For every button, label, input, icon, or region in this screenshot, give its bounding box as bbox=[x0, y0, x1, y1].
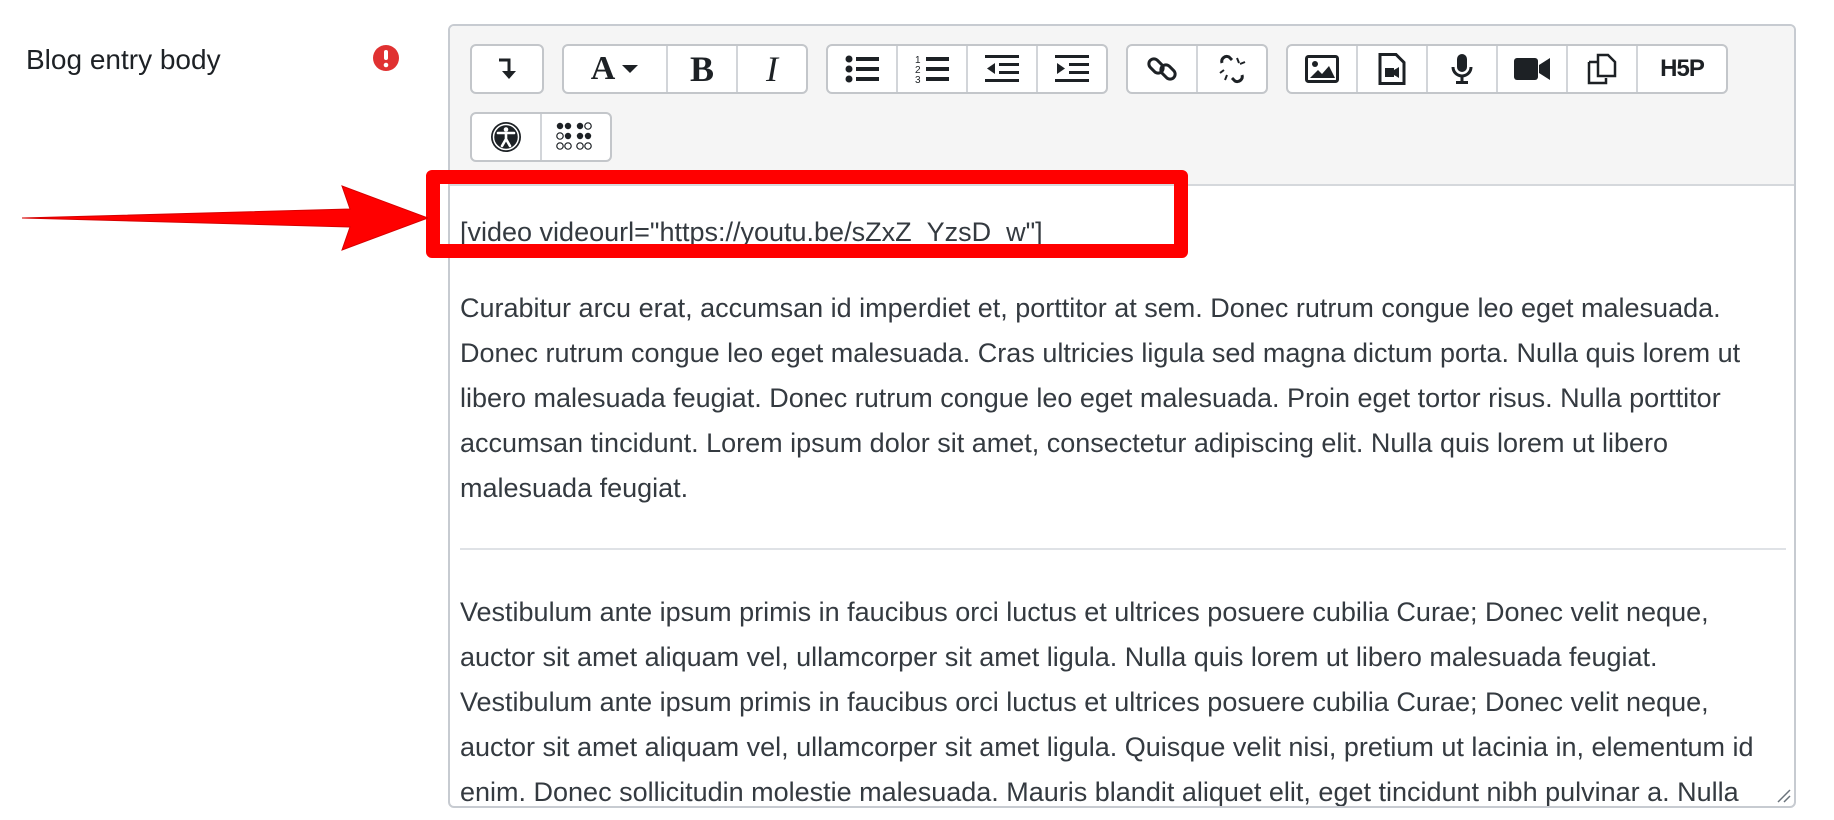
red-arrow-icon bbox=[21, 185, 428, 251]
toolbar-group-lists: 123 bbox=[826, 44, 1108, 94]
field-label: Blog entry body bbox=[26, 44, 221, 75]
italic-button[interactable]: I bbox=[738, 46, 806, 92]
toolbar-group-format: A B I bbox=[562, 44, 808, 94]
media-icon bbox=[1378, 53, 1406, 85]
exclamation-circle-icon bbox=[373, 45, 399, 71]
record-audio-button[interactable] bbox=[1428, 46, 1498, 92]
editor-content-area[interactable]: [video videourl="https://youtu.be/sZxZ_Y… bbox=[450, 186, 1794, 806]
red-highlight-box bbox=[426, 170, 1188, 258]
screenreader-helper-button[interactable] bbox=[542, 114, 610, 160]
outdent-button[interactable] bbox=[968, 46, 1038, 92]
toolbar-group-media: H5P bbox=[1286, 44, 1728, 94]
link-button[interactable] bbox=[1128, 46, 1198, 92]
paragraph-1: Curabitur arcu erat, accumsan id imperdi… bbox=[460, 293, 1741, 503]
accessibility-checker-icon bbox=[491, 122, 521, 152]
editor-toolbar: A B I 123 H5P bbox=[450, 26, 1794, 186]
record-audio-icon bbox=[1451, 54, 1473, 84]
indent-icon bbox=[1055, 55, 1089, 82]
unlink-button[interactable] bbox=[1198, 46, 1266, 92]
ordered-list-icon: 123 bbox=[915, 55, 949, 84]
unordered-list-icon bbox=[845, 55, 879, 83]
image-button[interactable] bbox=[1288, 46, 1358, 92]
resize-handle-icon[interactable] bbox=[1775, 787, 1791, 803]
collapse-button[interactable] bbox=[472, 46, 542, 92]
horizontal-rule bbox=[460, 548, 1786, 550]
unlink-icon bbox=[1219, 55, 1246, 83]
h5p-button[interactable]: H5P bbox=[1638, 46, 1726, 92]
toolbar-group-links bbox=[1126, 44, 1268, 94]
chevron-down-icon bbox=[622, 65, 639, 73]
link-icon bbox=[1147, 57, 1177, 81]
record-video-button[interactable] bbox=[1498, 46, 1568, 92]
unordered-list-button[interactable] bbox=[828, 46, 898, 92]
record-video-icon bbox=[1514, 58, 1550, 80]
svg-text:3: 3 bbox=[915, 75, 921, 84]
font-icon: A bbox=[590, 50, 616, 87]
toolbar-group-accessibility bbox=[470, 112, 612, 162]
paragraph-2: Vestibulum ante ipsum primis in faucibus… bbox=[460, 597, 1754, 807]
toolbar-group-collapse bbox=[470, 44, 544, 94]
italic-icon: I bbox=[766, 49, 778, 89]
media-button[interactable] bbox=[1358, 46, 1428, 92]
accessibility-checker-button[interactable] bbox=[472, 114, 542, 160]
outdent-icon bbox=[985, 55, 1019, 82]
collapse-icon bbox=[499, 58, 516, 79]
rich-text-editor[interactable]: A B I 123 H5P [video videourl="https://y… bbox=[448, 24, 1796, 808]
image-icon bbox=[1305, 55, 1339, 83]
bold-button[interactable]: B bbox=[668, 46, 738, 92]
ordered-list-button[interactable]: 123 bbox=[898, 46, 968, 92]
h5p-icon: H5P bbox=[1660, 55, 1705, 82]
manage-files-button[interactable] bbox=[1568, 46, 1638, 92]
bold-icon: B bbox=[689, 49, 714, 89]
screenreader-helper-icon bbox=[556, 122, 592, 150]
indent-button[interactable] bbox=[1038, 46, 1106, 92]
manage-files-icon bbox=[1587, 53, 1617, 85]
font-style-button[interactable]: A bbox=[564, 46, 668, 92]
